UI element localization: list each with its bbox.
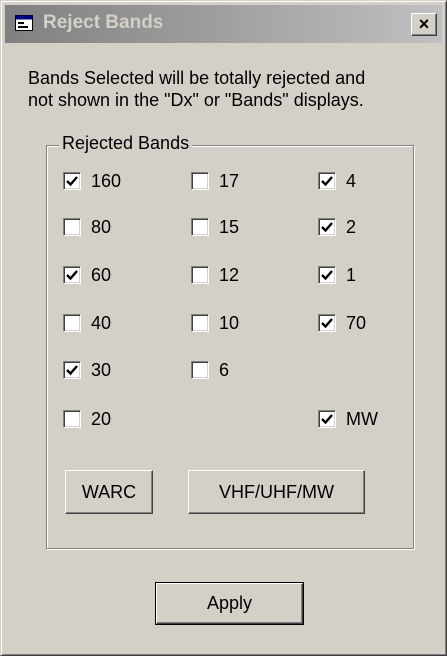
- checkbox-label: 80: [91, 216, 112, 237]
- checkbox-band-20[interactable]: 20: [63, 407, 111, 431]
- description: Bands Selected will be totally rejected …: [28, 67, 438, 111]
- title-bar[interactable]: Reject Bands ×: [5, 5, 442, 43]
- apply-button[interactable]: Apply: [155, 582, 304, 625]
- checkbox-box[interactable]: [63, 266, 81, 284]
- checkbox-box[interactable]: [318, 266, 336, 284]
- checkbox-band-40[interactable]: 40: [63, 311, 111, 335]
- checkbox-box[interactable]: [191, 361, 209, 379]
- checkbox-label: 30: [91, 359, 112, 380]
- checkbox-band-80[interactable]: 80: [63, 215, 111, 239]
- reject-bands-dialog: Reject Bands × Bands Selected will be to…: [0, 0, 447, 656]
- checkbox-box[interactable]: [63, 410, 81, 428]
- checkbox-box[interactable]: [191, 218, 209, 236]
- checkbox-band-2[interactable]: 2: [318, 215, 356, 239]
- checkbox-box[interactable]: [318, 218, 336, 236]
- checkbox-box[interactable]: [63, 172, 81, 190]
- checkbox-box[interactable]: [318, 410, 336, 428]
- checkbox-label: MW: [346, 408, 378, 429]
- checkbox-box[interactable]: [318, 172, 336, 190]
- window-title: Reject Bands: [43, 12, 164, 33]
- checkbox-band-4[interactable]: 4: [318, 169, 356, 193]
- group-label: Rejected Bands: [59, 133, 193, 154]
- close-button[interactable]: ×: [411, 13, 437, 36]
- checkbox-label: 40: [91, 312, 112, 333]
- window-icon: [15, 15, 33, 31]
- checkbox-band-12[interactable]: 12: [191, 263, 239, 287]
- description-line-1: Bands Selected will be totally rejected …: [28, 68, 366, 88]
- checkmark-icon: [66, 176, 78, 187]
- checkmark-icon: [321, 222, 333, 233]
- checkmark-icon: [66, 365, 78, 376]
- checkbox-box[interactable]: [318, 314, 336, 332]
- checkmark-icon: [321, 318, 333, 329]
- checkmark-icon: [321, 270, 333, 281]
- checkbox-label: 70: [346, 312, 367, 333]
- checkbox-band-30[interactable]: 30: [63, 358, 111, 382]
- checkbox-band-60[interactable]: 60: [63, 263, 111, 287]
- checkbox-label: 1: [346, 264, 357, 285]
- checkbox-label: 160: [91, 170, 122, 191]
- vhf-uhf-mw-button[interactable]: VHF/UHF/MW: [188, 470, 365, 514]
- checkbox-band-160[interactable]: 160: [63, 169, 121, 193]
- description-line-2: not shown in the "Dx" or "Bands" display…: [28, 90, 364, 110]
- warc-button[interactable]: WARC: [65, 470, 153, 514]
- checkmark-icon: [66, 270, 78, 281]
- checkmark-icon: [321, 176, 333, 187]
- checkbox-band-1[interactable]: 1: [318, 263, 356, 287]
- checkbox-band-70[interactable]: 70: [318, 311, 366, 335]
- checkbox-band-6[interactable]: 6: [191, 358, 229, 382]
- checkbox-label: 60: [91, 264, 112, 285]
- checkbox-label: 15: [219, 216, 240, 237]
- checkbox-label: 20: [91, 408, 112, 429]
- checkbox-label: 4: [346, 170, 357, 191]
- checkbox-band-15[interactable]: 15: [191, 215, 239, 239]
- checkbox-label: 2: [346, 216, 357, 237]
- checkbox-label: 10: [219, 312, 240, 333]
- checkmark-icon: [321, 414, 333, 425]
- checkbox-box[interactable]: [63, 361, 81, 379]
- checkbox-band-10[interactable]: 10: [191, 311, 239, 335]
- checkbox-band-17[interactable]: 17: [191, 169, 239, 193]
- checkbox-label: 12: [219, 264, 240, 285]
- checkbox-band-mw[interactable]: MW: [318, 407, 378, 431]
- checkbox-label: 17: [219, 170, 240, 191]
- checkbox-box[interactable]: [191, 314, 209, 332]
- checkbox-box[interactable]: [63, 218, 81, 236]
- checkbox-box[interactable]: [191, 266, 209, 284]
- checkbox-box[interactable]: [191, 172, 209, 190]
- checkbox-label: 6: [219, 359, 230, 380]
- checkbox-box[interactable]: [63, 314, 81, 332]
